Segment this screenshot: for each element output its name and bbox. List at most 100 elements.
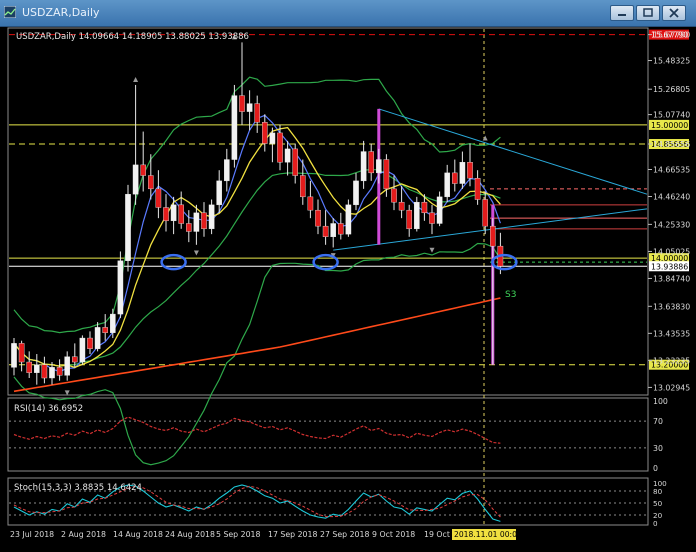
- candle-bearish: [262, 122, 268, 144]
- price-tick-label: 15.26805: [653, 85, 690, 94]
- candle-bullish: [193, 212, 200, 232]
- candle-bullish: [414, 201, 420, 230]
- candle-bearish: [406, 209, 413, 230]
- candle-bearish: [315, 209, 321, 227]
- close-button[interactable]: [662, 5, 686, 21]
- candle-bearish: [71, 356, 78, 363]
- stoch-tick-label: 50: [653, 499, 663, 508]
- candle-bearish: [147, 175, 154, 190]
- window-titlebar[interactable]: USDZAR,Daily: [0, 0, 696, 27]
- candle-bearish: [292, 148, 299, 176]
- date-axis-label: 23 Jul 2018: [10, 530, 54, 539]
- price-tick-label: 13.23235: [653, 356, 690, 365]
- price-tick-label: 14.25330: [653, 220, 690, 229]
- candle-bearish: [185, 223, 192, 232]
- price-tick-label: 13.43535: [653, 329, 690, 338]
- rsi-name-label: RSI(14) 36.6952: [14, 404, 83, 414]
- candle-bearish: [398, 201, 405, 211]
- candle-bearish: [452, 172, 458, 184]
- rsi-tick-label: 30: [653, 444, 663, 453]
- stoch-tick-label: 0: [653, 519, 658, 528]
- candle-bullish: [284, 148, 291, 163]
- rsi-panel-frame: [7, 397, 649, 472]
- candle-bearish: [482, 199, 489, 227]
- candle-bullish: [345, 204, 352, 235]
- chart-area[interactable]: 15.67790 15.00000 14.85656 14.00000 13.93886…: [0, 27, 696, 548]
- price-tick-label: 14.05025: [653, 247, 690, 256]
- candle-bearish: [368, 151, 375, 174]
- close-icon: [669, 8, 679, 18]
- candle-bullish: [132, 164, 139, 195]
- candle-bearish: [140, 164, 147, 176]
- level-tag: 13.93886: [651, 262, 688, 271]
- candle-bullish: [117, 260, 124, 315]
- candle-bullish: [79, 337, 86, 363]
- candle-bullish: [34, 364, 40, 373]
- candle-bearish: [338, 223, 344, 235]
- candle-bearish: [56, 367, 63, 376]
- candle-bullish: [64, 356, 70, 376]
- price-tick-label: 14.66535: [653, 165, 690, 174]
- rsi-name: RSI(14): [14, 404, 45, 414]
- candle-bullish: [109, 313, 116, 333]
- candle-bearish: [239, 95, 245, 112]
- candle-bearish: [201, 212, 207, 230]
- level-tag: 15.00000: [651, 121, 688, 130]
- candle-bearish: [87, 337, 93, 349]
- stoch-value: 3.8835 14.6424: [74, 483, 142, 493]
- candle-bullish: [459, 162, 466, 184]
- window-title: USDZAR,Daily: [22, 6, 100, 19]
- stoch-tick-label: 80: [653, 487, 663, 496]
- candle-bearish: [429, 212, 435, 224]
- price-tick-label: 14.85656: [653, 140, 690, 149]
- stoch-name-label: Stoch(15,3,3) 3.8835 14.6424: [14, 483, 142, 493]
- candle-bullish: [353, 180, 359, 206]
- candle-bearish: [26, 361, 33, 373]
- rsi-tick-label: 0: [653, 464, 658, 473]
- candle-bearish: [490, 225, 496, 247]
- minimize-icon: [618, 14, 626, 16]
- candle-bullish: [436, 196, 443, 224]
- candle-bullish: [170, 204, 177, 222]
- candle-bearish: [277, 132, 283, 163]
- candle-bullish: [376, 159, 382, 174]
- price-tick-label: 13.63830: [653, 302, 690, 311]
- candle-bullish: [49, 367, 55, 379]
- price-tick-label: 14.46240: [653, 193, 690, 202]
- minimize-button[interactable]: [610, 5, 634, 21]
- s3-label: S3: [505, 290, 516, 300]
- candle-bullish: [208, 204, 215, 230]
- rsi-value: 36.6952: [48, 404, 83, 414]
- candle-bullish: [231, 95, 238, 160]
- candle-bearish: [421, 201, 428, 214]
- candle-bullish: [11, 343, 17, 368]
- candle-bearish: [322, 225, 329, 238]
- restore-button[interactable]: [636, 5, 660, 21]
- candle-bearish: [254, 103, 261, 123]
- stoch-name: Stoch(15,3,3): [14, 483, 72, 493]
- candle-bearish: [18, 343, 25, 363]
- candle-bullish: [216, 180, 223, 206]
- price-tick-label: 13.02945: [653, 383, 690, 392]
- candle-bearish: [300, 175, 306, 198]
- candle-bullish: [330, 223, 337, 238]
- candle-bearish: [41, 364, 48, 379]
- rsi-tick-label: 70: [653, 417, 663, 426]
- date-axis-label: 27 Sep 2018: [320, 530, 369, 539]
- date-axis-label: 9 Oct 2018: [372, 530, 415, 539]
- candle-bullish: [269, 132, 276, 144]
- candle-bearish: [155, 188, 162, 208]
- candle-bearish: [383, 159, 390, 190]
- candle-bullish: [125, 193, 131, 261]
- candle-bearish: [467, 162, 473, 179]
- price-tick-label: 15.07740: [653, 111, 690, 120]
- candle-bullish: [223, 159, 230, 182]
- candle-bullish: [94, 327, 101, 349]
- current-date-tag: 2018.11.01 00:00: [454, 530, 522, 539]
- chart-window: USDZAR,Daily 15.67790 15.00000 14.85656 14.…: [0, 0, 696, 548]
- date-axis-label: 24 Aug 2018: [165, 530, 215, 539]
- date-axis-label: 14 Aug 2018: [113, 530, 163, 539]
- date-axis-label: 17 Sep 2018: [268, 530, 317, 539]
- price-chart[interactable]: 15.6779015.0000014.8565614.0000013.93886…: [0, 27, 696, 548]
- price-tick-label: 13.84740: [653, 274, 690, 283]
